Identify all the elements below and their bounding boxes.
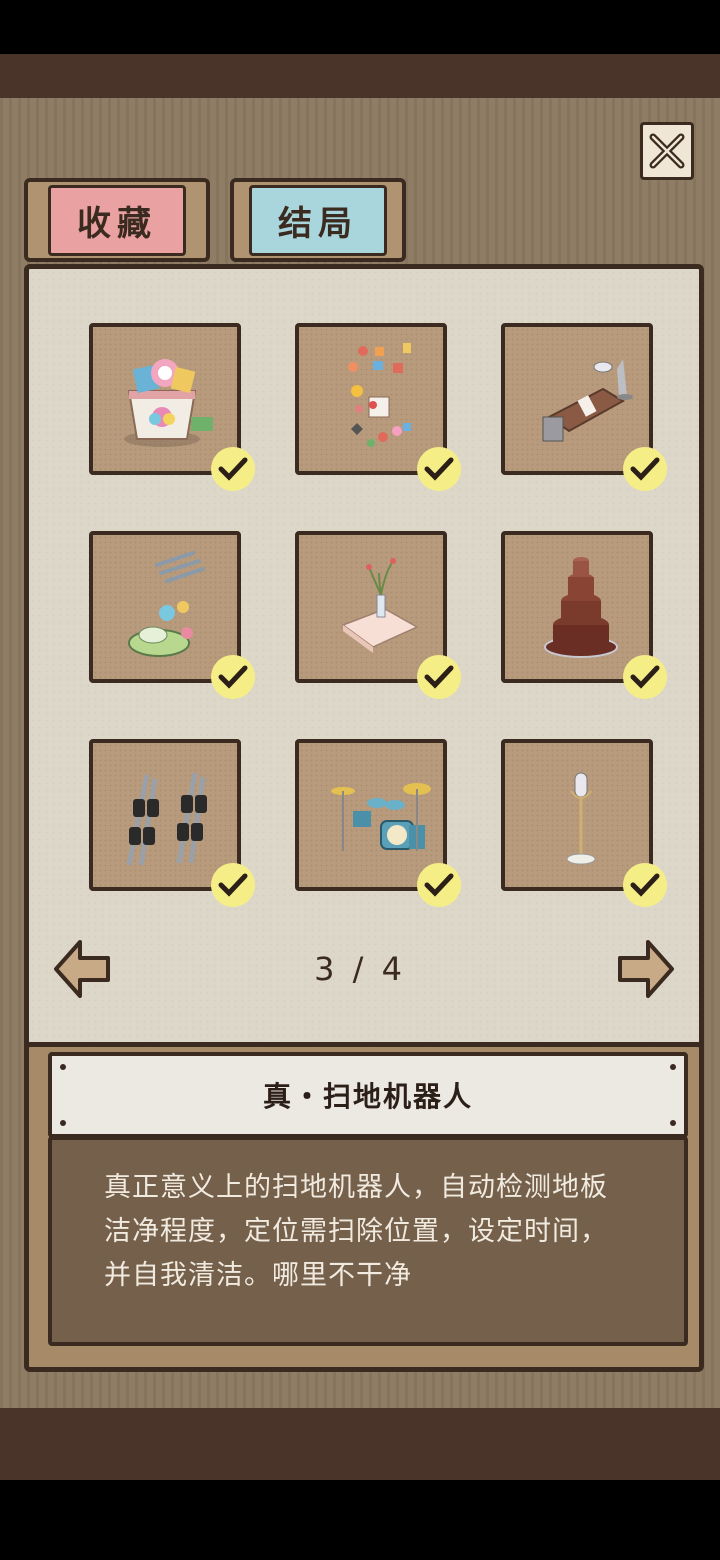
pin-decoration xyxy=(670,1120,676,1126)
collection-slot[interactable] xyxy=(89,323,255,491)
office-tray-icon xyxy=(542,359,633,442)
tab-collection-label: 收藏 xyxy=(48,184,186,256)
collected-check-icon xyxy=(211,447,255,491)
collection-slot[interactable] xyxy=(295,323,461,491)
collected-check-icon xyxy=(211,863,255,907)
collection-panel xyxy=(24,264,704,1054)
collected-check-icon xyxy=(623,863,667,907)
previous-page-button[interactable] xyxy=(50,936,114,1002)
status-bar-area xyxy=(0,0,720,54)
tab-endings[interactable]: 结局 xyxy=(230,178,406,262)
item-title-bar: 真・扫地机器人 xyxy=(48,1052,688,1138)
collection-slot[interactable] xyxy=(89,531,255,699)
microphone-stand-icon xyxy=(566,772,596,865)
pin-decoration xyxy=(60,1120,66,1126)
pin-decoration xyxy=(670,1064,676,1070)
collection-slot[interactable] xyxy=(295,739,461,907)
collection-slot[interactable] xyxy=(501,531,667,699)
chocolate-fountain-icon xyxy=(544,557,618,658)
page-indicator: 3 / 4 xyxy=(314,950,406,988)
item-title: 真・扫地机器人 xyxy=(262,1080,473,1113)
tab-collection[interactable]: 收藏 xyxy=(24,178,210,262)
collection-slot[interactable] xyxy=(89,739,255,907)
collected-check-icon xyxy=(417,447,461,491)
collected-check-icon xyxy=(211,655,255,699)
collected-check-icon xyxy=(623,655,667,699)
header-band xyxy=(0,54,720,98)
collected-check-icon xyxy=(417,655,461,699)
arrow-right-icon xyxy=(618,940,674,998)
nav-bar-area xyxy=(0,1480,720,1560)
arrow-left-icon xyxy=(54,940,110,998)
fridge-magnets-icon xyxy=(348,343,411,447)
candy-bucket-icon xyxy=(124,359,213,447)
item-description: 真正意义上的扫地机器人，自动检测地板洁净程度，定位需扫除位置，设定时间，并自我清… xyxy=(104,1172,608,1291)
item-description-box[interactable]: 真正意义上的扫地机器人，自动检测地板洁净程度，定位需扫除位置，设定时间，并自我清… xyxy=(48,1136,688,1346)
close-icon xyxy=(649,133,685,169)
drum-kit-icon xyxy=(331,783,431,851)
collection-slot[interactable] xyxy=(501,739,667,907)
tableware-icon xyxy=(128,551,205,657)
collected-check-icon xyxy=(417,863,461,907)
collection-slot[interactable] xyxy=(501,323,667,491)
close-button[interactable] xyxy=(640,122,694,180)
tab-endings-label: 结局 xyxy=(249,184,387,256)
vase-table-icon xyxy=(341,558,419,653)
collected-check-icon xyxy=(623,447,667,491)
next-page-button[interactable] xyxy=(614,936,678,1002)
pin-decoration xyxy=(60,1064,66,1070)
collection-slot[interactable] xyxy=(295,531,461,699)
footer-band xyxy=(0,1408,720,1480)
dumbbell-rack-icon xyxy=(126,772,207,866)
